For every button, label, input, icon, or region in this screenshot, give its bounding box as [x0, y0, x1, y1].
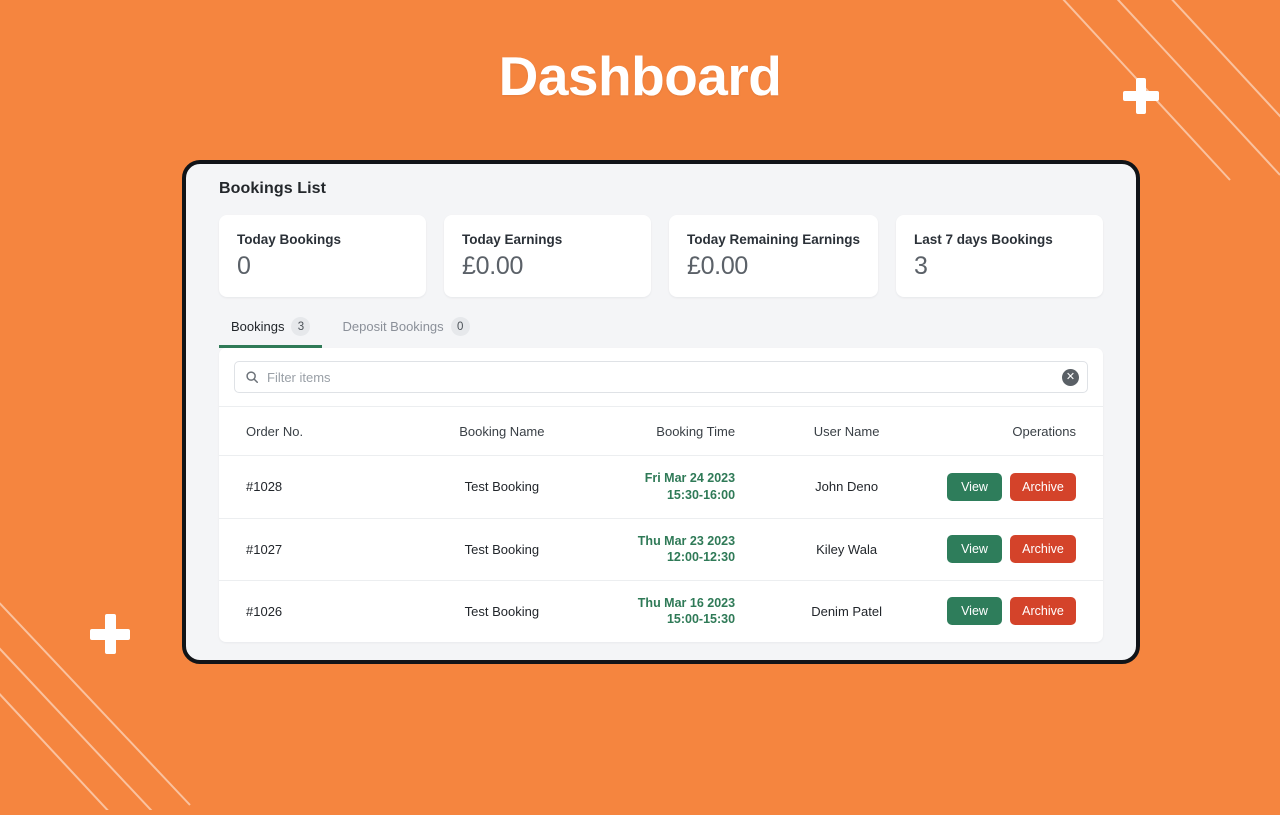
stats-row: Today Bookings 0 Today Earnings £0.00 To… [186, 198, 1136, 297]
search-icon [245, 370, 259, 384]
stat-label: Today Bookings [237, 232, 408, 247]
stat-value: £0.00 [687, 253, 860, 279]
table-row: #1028 Test Booking Fri Mar 24 2023 15:30… [219, 456, 1103, 518]
cell-booking-time: Fri Mar 24 2023 15:30-16:00 [590, 456, 767, 518]
filter-box[interactable]: ✕ [234, 361, 1088, 393]
tab-bookings[interactable]: Bookings 3 [219, 311, 322, 348]
cell-user-name: Denim Patel [767, 580, 926, 642]
cell-booking-name: Test Booking [413, 456, 590, 518]
view-button[interactable]: View [947, 473, 1002, 501]
plus-icon-bottom-left [90, 614, 130, 654]
tab-badge: 3 [291, 317, 310, 336]
table-row: #1026 Test Booking Thu Mar 16 2023 15:00… [219, 580, 1103, 642]
archive-button[interactable]: Archive [1010, 597, 1076, 625]
cell-operations: View Archive [926, 518, 1103, 580]
bookings-panel: Bookings List Today Bookings 0 Today Ear… [182, 160, 1140, 664]
booking-time: 15:30-16:00 [590, 487, 735, 504]
cell-order-no: #1026 [219, 580, 413, 642]
stat-value: 0 [237, 253, 408, 279]
table-body: #1028 Test Booking Fri Mar 24 2023 15:30… [219, 456, 1103, 642]
bookings-table: Order No. Booking Name Booking Time User… [219, 407, 1103, 642]
table-head: Order No. Booking Name Booking Time User… [219, 407, 1103, 456]
booking-date: Thu Mar 16 2023 [590, 595, 735, 612]
stat-label: Today Earnings [462, 232, 633, 247]
cell-booking-name: Test Booking [413, 580, 590, 642]
booking-date: Thu Mar 23 2023 [590, 533, 735, 550]
column-header-user-name: User Name [767, 407, 926, 456]
page-title: Dashboard [0, 44, 1280, 108]
tab-badge: 0 [451, 317, 470, 336]
cell-operations: View Archive [926, 456, 1103, 518]
tab-label: Deposit Bookings [342, 319, 443, 334]
cell-user-name: John Deno [767, 456, 926, 518]
operations-buttons: View Archive [926, 535, 1076, 563]
tab-bar: Bookings 3 Deposit Bookings 0 [186, 297, 1136, 348]
stat-card-last-7-days-bookings: Last 7 days Bookings 3 [896, 215, 1103, 297]
table-row: #1027 Test Booking Thu Mar 23 2023 12:00… [219, 518, 1103, 580]
stat-value: 3 [914, 253, 1085, 279]
column-header-booking-time: Booking Time [590, 407, 767, 456]
stat-label: Today Remaining Earnings [687, 232, 860, 247]
booking-date: Fri Mar 24 2023 [590, 470, 735, 487]
view-button[interactable]: View [947, 597, 1002, 625]
stat-card-today-remaining-earnings: Today Remaining Earnings £0.00 [669, 215, 878, 297]
cell-operations: View Archive [926, 580, 1103, 642]
table-header-row: Order No. Booking Name Booking Time User… [219, 407, 1103, 456]
booking-time: 15:00-15:30 [590, 611, 735, 628]
panel-header-title: Bookings List [186, 164, 1136, 198]
cell-user-name: Kiley Wala [767, 518, 926, 580]
cell-booking-name: Test Booking [413, 518, 590, 580]
column-header-operations: Operations [926, 407, 1103, 456]
operations-buttons: View Archive [926, 473, 1076, 501]
cell-order-no: #1027 [219, 518, 413, 580]
cell-order-no: #1028 [219, 456, 413, 518]
column-header-booking-name: Booking Name [413, 407, 590, 456]
stat-value: £0.00 [462, 253, 633, 279]
stat-card-today-bookings: Today Bookings 0 [219, 215, 426, 297]
cell-booking-time: Thu Mar 16 2023 15:00-15:30 [590, 580, 767, 642]
filter-area: ✕ [219, 348, 1103, 407]
operations-buttons: View Archive [926, 597, 1076, 625]
column-header-order-no: Order No. [219, 407, 413, 456]
filter-input[interactable] [267, 370, 1062, 385]
table-card: ✕ Order No. Booking Name Booking Time Us… [219, 348, 1103, 642]
view-button[interactable]: View [947, 535, 1002, 563]
archive-button[interactable]: Archive [1010, 535, 1076, 563]
booking-time: 12:00-12:30 [590, 549, 735, 566]
clear-filter-icon[interactable]: ✕ [1062, 369, 1079, 386]
stat-card-today-earnings: Today Earnings £0.00 [444, 215, 651, 297]
stat-label: Last 7 days Bookings [914, 232, 1085, 247]
tab-label: Bookings [231, 319, 284, 334]
archive-button[interactable]: Archive [1010, 473, 1076, 501]
cell-booking-time: Thu Mar 23 2023 12:00-12:30 [590, 518, 767, 580]
tab-deposit-bookings[interactable]: Deposit Bookings 0 [330, 311, 481, 348]
